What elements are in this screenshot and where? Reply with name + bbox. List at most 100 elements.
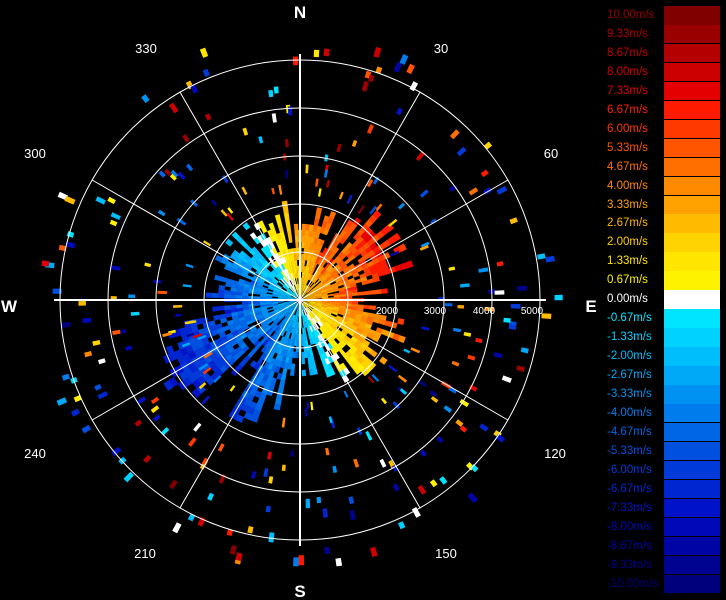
legend-entry: 2.67m/s [604, 214, 720, 233]
echo-gate [290, 450, 295, 457]
echo-gate [467, 492, 478, 504]
echo-gate [365, 430, 373, 441]
azimuth-spoke [299, 179, 509, 301]
legend-entry: 6.00m/s [604, 119, 720, 139]
echo-gate [294, 235, 299, 243]
legend-label: -2.67m/s [607, 369, 652, 382]
echo-gate [316, 496, 322, 504]
echo-gate [483, 141, 493, 150]
legend-swatch [664, 100, 720, 120]
echo-gate [173, 305, 183, 308]
echo-gate [294, 229, 299, 237]
legend-label: 2.67m/s [607, 217, 648, 230]
echo-gate [199, 47, 209, 58]
echo-gate [150, 396, 160, 405]
legend-entry: 8.00m/s [604, 62, 720, 82]
compass-east-label: E [585, 297, 596, 316]
legend-entry: -0.67m/s [604, 309, 720, 328]
echo-gate [128, 294, 136, 299]
echo-gate [323, 48, 330, 57]
echo-gate [226, 212, 234, 221]
legend-label: 10.00m/s [607, 9, 655, 21]
legend-entry: -8.67m/s [604, 536, 720, 556]
compass-west-label: W [1, 297, 18, 316]
echo-gate [325, 447, 330, 456]
legend-swatch [664, 479, 720, 499]
echo-gate [343, 390, 349, 398]
echo-gate [479, 423, 489, 432]
echo-gate [235, 552, 243, 561]
legend-label: -1.33m/s [607, 331, 652, 344]
echo-gate [211, 199, 218, 207]
echo-gate [271, 187, 275, 195]
echo-gate [282, 368, 288, 375]
echo-gate [468, 187, 479, 196]
echo-gate [516, 365, 526, 373]
legend-swatch [664, 441, 720, 461]
echo-gate [463, 332, 472, 337]
legend-label: -6.67m/s [607, 482, 652, 495]
echo-gate [223, 293, 231, 299]
azimuth-label-150: 150 [435, 546, 457, 561]
legend-entry: 0.00m/s [604, 290, 720, 309]
echo-gate [439, 476, 448, 485]
azimuth-label-300: 300 [24, 146, 46, 161]
echo-gate [338, 191, 344, 200]
echo-gate [306, 402, 310, 409]
echo-gate [144, 262, 152, 268]
echo-gate [61, 321, 71, 328]
echo-gate [508, 324, 517, 330]
legend-swatch [664, 81, 720, 101]
echo-gate [157, 209, 166, 217]
legend-label: -9.33m/s [607, 558, 652, 571]
echo-gate [271, 113, 277, 123]
echo-gate [363, 290, 370, 296]
echo-gate [357, 205, 365, 215]
echo-gate [258, 136, 264, 144]
echo-gate [475, 337, 483, 344]
compass-north-label: N [294, 3, 306, 22]
azimuth-label-30: 30 [434, 41, 448, 56]
legend-swatch [664, 138, 720, 158]
legend-swatch [664, 347, 720, 366]
legend-label: 6.67m/s [607, 103, 648, 116]
echo-gate [510, 303, 521, 309]
legend-swatch [664, 157, 720, 177]
echo-gate [273, 403, 281, 411]
echo-gate [247, 295, 255, 299]
echo-gate [353, 458, 360, 468]
legend-swatch [664, 43, 720, 63]
echo-gate [369, 289, 376, 295]
legend-label: -8.67m/s [607, 539, 652, 552]
echo-gate [304, 407, 308, 417]
echo-gate [224, 289, 231, 295]
legend-label: 6.00m/s [607, 122, 648, 135]
echo-gate [419, 189, 429, 198]
legend-entry: -6.67m/s [604, 479, 720, 499]
echo-gate [351, 140, 358, 147]
legend-label: -0.67m/s [607, 312, 652, 325]
echo-gate [429, 479, 438, 488]
legend-entry: 0.67m/s [604, 271, 720, 290]
legend-label: -8.00m/s [607, 520, 652, 533]
echo-gate [130, 311, 140, 316]
echo-gate [554, 294, 563, 301]
echo-gate [503, 317, 511, 323]
echo-gate [315, 207, 323, 215]
legend-label: 3.33m/s [607, 198, 648, 211]
echo-gate [450, 129, 460, 140]
echo-gate [361, 80, 369, 92]
legend-swatch [664, 574, 720, 593]
echo-gate [242, 222, 251, 231]
range-label-5000: 5000 [521, 306, 544, 317]
echo-gate [421, 326, 430, 331]
legend-swatch [664, 328, 720, 347]
echo-gate [289, 369, 295, 376]
echo-gate [262, 282, 270, 287]
legend-label: -2.00m/s [607, 350, 652, 363]
range-label-3000: 3000 [424, 306, 447, 317]
echo-gate [335, 557, 343, 567]
azimuth-label-240: 240 [24, 446, 46, 461]
legend-entry: 5.33m/s [604, 138, 720, 158]
echo-gate [268, 89, 274, 98]
